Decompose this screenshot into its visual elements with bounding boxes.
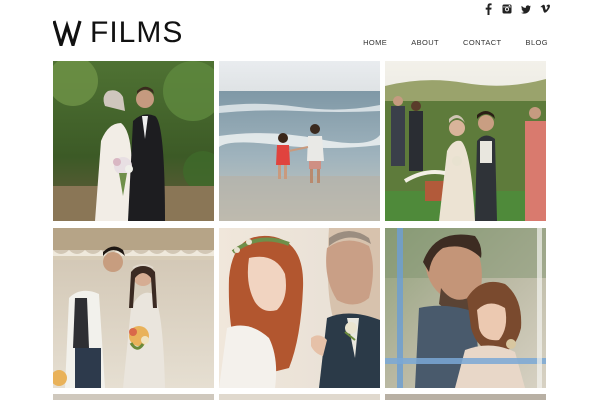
site-logo[interactable]: FILMS [53,16,184,49]
gallery-photo-couple-garden[interactable] [53,61,214,221]
gallery-photo-desert-tent[interactable] [53,228,214,388]
nav-about[interactable]: ABOUT [411,38,439,47]
facebook-link[interactable] [483,3,493,15]
photo-image [219,61,380,221]
nav-blog[interactable]: BLOG [526,38,548,47]
instagram-icon [502,4,512,14]
vimeo-link[interactable] [540,3,550,15]
gallery-photo-partial[interactable] [53,394,214,400]
gallery-next-row-preview [53,394,547,400]
nav-home[interactable]: HOME [363,38,387,47]
social-links [483,3,550,15]
photo-image [219,228,380,388]
gallery-photo-couple-beach[interactable] [219,61,380,221]
gallery-photo-redhead-bride[interactable] [219,228,380,388]
twitter-icon [521,4,531,14]
logo-mark-icon [53,20,82,46]
main-nav: HOME ABOUT CONTACT BLOG [363,38,548,47]
photo-image [53,61,214,221]
logo-text: FILMS [90,16,184,49]
vimeo-icon [540,4,550,13]
twitter-link[interactable] [521,3,531,15]
photo-image [385,61,546,221]
gallery-photo-partial[interactable] [385,394,546,400]
nav-contact[interactable]: CONTACT [463,38,502,47]
photo-gallery [53,61,547,388]
gallery-photo-ceremony[interactable] [385,61,546,221]
gallery-photo-partial[interactable] [219,394,380,400]
photo-image [53,228,214,388]
photo-image [385,228,546,388]
facebook-icon [485,3,492,15]
instagram-link[interactable] [502,3,512,15]
gallery-photo-window[interactable] [385,228,546,388]
